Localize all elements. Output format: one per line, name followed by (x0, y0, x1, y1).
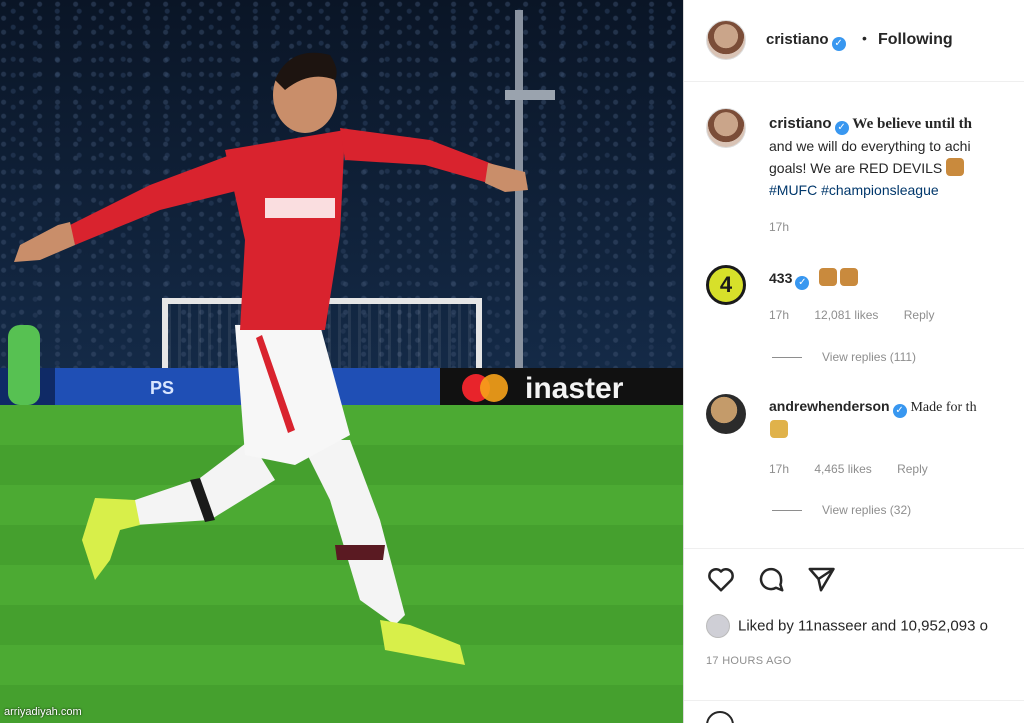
comment-text: Made for th (910, 400, 977, 415)
comment-andrewhenderson: andrewhenderson ✓ Made for th (769, 398, 1024, 418)
author-username-link[interactable]: cristiano ✓ (766, 31, 846, 51)
posted-time[interactable]: 17 HOURS AGO (706, 655, 792, 667)
post-caption: cristiano ✓ We believe until th and we wi… (769, 112, 1024, 201)
post-header: cristiano ✓ • Following (684, 0, 1024, 82)
reply-button[interactable]: Reply (904, 308, 935, 322)
author-avatar[interactable] (706, 20, 746, 60)
replies-dash (772, 357, 802, 359)
view-replies-label[interactable]: View replies (111) (822, 350, 916, 364)
comment-avatar-433[interactable]: 4 (706, 265, 746, 305)
comment-meta: 17h 4,465 likes Reply (769, 462, 942, 476)
caption-author-avatar[interactable] (706, 108, 746, 148)
comment-likes[interactable]: 12,081 likes (814, 308, 878, 322)
comment-avatar-andrewhenderson[interactable] (706, 394, 746, 434)
caption-username[interactable]: cristiano (769, 115, 832, 132)
comment-likes[interactable]: 4,465 likes (814, 462, 871, 476)
flexed-biceps-emoji-icon (840, 268, 859, 286)
comment-meta: 17h 12,081 likes Reply (769, 308, 948, 322)
likes-summary[interactable]: Liked by 11nasseer and 10,952,093 o (706, 614, 1024, 638)
liker-avatar[interactable] (706, 614, 730, 638)
caption-line-2: and we will do everything to achi (769, 138, 971, 154)
caption-hashtags[interactable]: #MUFC #championsleague (769, 179, 1024, 201)
caption-line-3: goals! We are RED DEVILS (769, 160, 943, 176)
following-button[interactable]: Following (878, 31, 953, 49)
emoji-picker-icon[interactable] (706, 711, 734, 723)
comment-username[interactable]: 433 (769, 270, 792, 286)
verified-badge-icon: ✓ (834, 121, 849, 135)
caption-line-1: We believe until th (852, 116, 973, 132)
caption-time[interactable]: 17h (769, 220, 789, 234)
comment-username[interactable]: andrewhenderson (769, 398, 890, 414)
verified-badge-icon: ✓ (892, 404, 907, 418)
view-replies-button[interactable]: View replies (111) (772, 350, 916, 364)
verified-badge-icon: ✓ (795, 276, 810, 290)
post-actions (684, 548, 1024, 608)
post-photo[interactable]: PS inaster arriyadiyah.com (0, 0, 683, 723)
add-comment-bar (684, 700, 1024, 723)
comment-time[interactable]: 17h (769, 462, 789, 476)
post-side-panel: cristiano ✓ • Following cristiano ✓ We bel… (683, 0, 1024, 723)
comment-time[interactable]: 17h (769, 308, 789, 322)
likes-text[interactable]: Liked by 11nasseer and 10,952,093 o (738, 618, 988, 635)
header-separator: • (862, 30, 867, 46)
comment-icon[interactable] (756, 564, 786, 594)
verified-badge-icon: ✓ (831, 37, 846, 51)
comment-433: 433 ✓ (769, 268, 1024, 290)
heart-icon[interactable] (706, 564, 736, 594)
comment-emoji-row (770, 420, 788, 440)
watermark: arriyadiyah.com (4, 706, 82, 718)
raised-hands-emoji-icon (770, 420, 788, 438)
author-username[interactable]: cristiano (766, 31, 829, 48)
player-figure (14, 52, 528, 665)
flexed-biceps-emoji-icon (946, 158, 965, 176)
share-icon[interactable] (806, 564, 836, 594)
replies-dash (772, 510, 802, 512)
view-replies-button[interactable]: View replies (32) (772, 503, 911, 517)
reply-button[interactable]: Reply (897, 462, 928, 476)
flexed-biceps-emoji-icon (819, 268, 838, 286)
view-replies-label[interactable]: View replies (32) (822, 503, 911, 517)
